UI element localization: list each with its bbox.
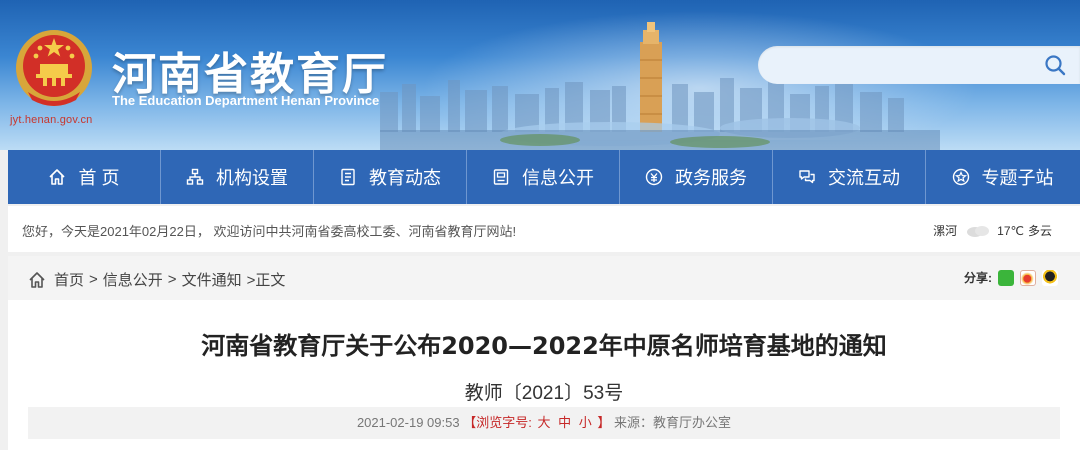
share-bar: 分享:: [964, 269, 1058, 286]
nav-item-gov-service[interactable]: 政务服务: [620, 150, 773, 204]
nav-item-label: 教育动态: [369, 168, 441, 188]
cloudy-weather-icon: [967, 225, 990, 237]
nav-item-topic-sites[interactable]: 专题子站: [926, 150, 1079, 204]
nav-item-home[interactable]: 首 页: [8, 150, 161, 204]
breadcrumb-link-home[interactable]: 首页: [54, 269, 84, 290]
nav-item-label: 机构设置: [216, 168, 288, 188]
chat-icon: [799, 170, 815, 184]
nav-item-label: 专题子站: [981, 168, 1054, 188]
breadcrumb-separator: >: [167, 271, 177, 288]
service-icon: [645, 168, 663, 186]
breadcrumb-separator: >: [89, 271, 98, 288]
wechat-share-icon[interactable]: [998, 269, 1014, 286]
nav-item-label: 交流互动: [828, 168, 900, 188]
publish-date: 2021-02-19 09:53: [356, 415, 460, 430]
font-size-small-button[interactable]: 小: [579, 415, 592, 430]
share-label: 分享:: [964, 271, 992, 285]
weibo-share-icon[interactable]: [1020, 269, 1036, 286]
font-size-medium-button[interactable]: 中: [558, 415, 571, 430]
search-input[interactable]: [758, 46, 1080, 84]
weather-city: 漯河: [933, 224, 958, 238]
article-meta-bar: 2021-02-19 09:53 【浏览字号: 大 中 小 】 来源：教育厅办公…: [28, 407, 1060, 439]
breadcrumb-link-file-notices[interactable]: 文件通知: [182, 269, 242, 290]
font-size-close: 】: [597, 415, 611, 430]
weather-condition: 多云: [1027, 224, 1052, 238]
font-size-open: 【浏览字号:: [463, 415, 532, 430]
weather-temperature: 17℃: [997, 223, 1024, 238]
topic-icon: [952, 168, 969, 186]
site-domain: jyt.henan.gov.cn: [10, 114, 93, 126]
breadcrumb: 首页 > 信息公开 > 文件通知 >正文: [28, 269, 285, 290]
header-banner: jyt.henan.gov.cn 河南省教育厅 The Education De…: [0, 0, 1080, 150]
weather-widget: 漯河 17℃ 多云: [933, 222, 1052, 239]
home-icon: [49, 169, 66, 185]
national-emblem-icon: [16, 30, 92, 106]
nav-item-interaction[interactable]: 交流互动: [773, 150, 926, 204]
search-icon[interactable]: [1044, 54, 1066, 76]
nav-item-organization[interactable]: 机构设置: [161, 150, 314, 204]
breadcrumb-link-info-disclosure[interactable]: 信息公开: [103, 269, 163, 290]
nav-item-info-disclosure[interactable]: 信息公开: [467, 150, 620, 204]
nav-item-news[interactable]: 教育动态: [314, 150, 467, 204]
article-title: 河南省教育厅关于公布2020—2022年中原名师培育基地的通知: [201, 332, 887, 360]
document-number: 教师〔2021〕53号: [464, 383, 624, 404]
breadcrumb-bar: 首页 > 信息公开 > 文件通知 >正文 分享:: [8, 256, 1080, 300]
nav-item-label: 政务服务: [675, 168, 747, 188]
info-icon: [493, 169, 509, 185]
nav-item-label: 信息公开: [522, 168, 594, 188]
article-source: 来源：教育厅办公室: [614, 415, 732, 430]
breadcrumb-current: >正文: [246, 272, 286, 289]
org-icon: [186, 168, 204, 185]
nav-item-label: 首 页: [78, 168, 120, 188]
main-nav: 首 页 机构设置 教育动态 信息公开 政务服务 交流互动 专题子站: [8, 150, 1080, 204]
article-header: 河南省教育厅关于公布2020—2022年中原名师培育基地的通知 教师〔2021〕…: [8, 300, 1080, 450]
welcome-bar: 您好，今天是2021年02月22日， 欢迎访问中共河南省委高校工委、河南省教育厅…: [8, 206, 1080, 252]
site-subtitle: The Education Department Henan Province: [112, 93, 380, 108]
qq-share-icon[interactable]: [1042, 269, 1058, 286]
font-size-large-button[interactable]: 大: [537, 415, 550, 430]
welcome-text: 您好，今天是2021年02月22日， 欢迎访问中共河南省委高校工委、河南省教育厅…: [22, 224, 517, 239]
home-icon: [29, 271, 45, 288]
news-icon: [341, 168, 355, 186]
